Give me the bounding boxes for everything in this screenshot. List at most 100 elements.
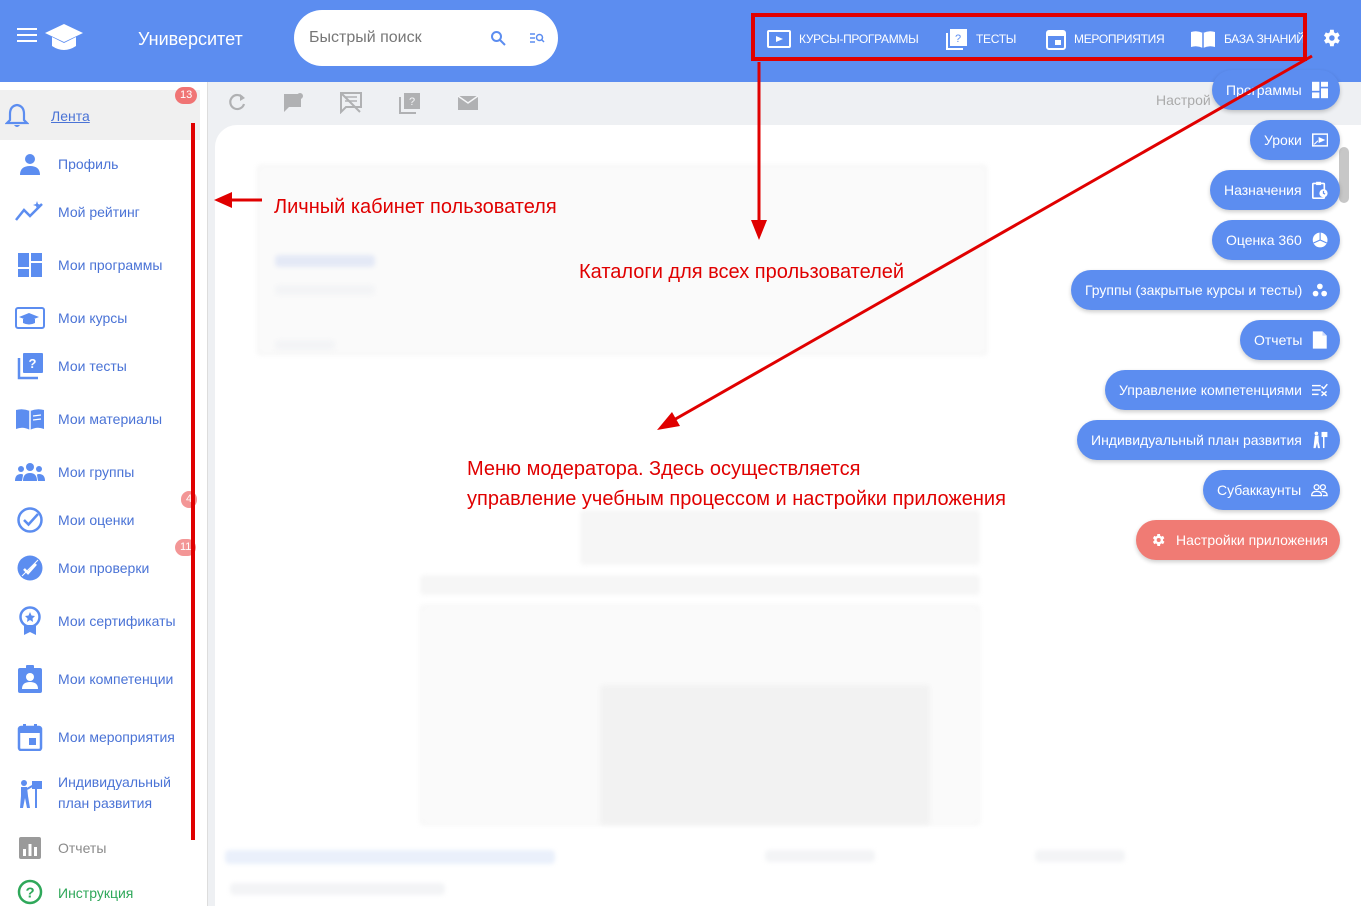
sidebar-item-label: Мои компетенции [58, 670, 174, 687]
file-icon [1313, 331, 1328, 349]
sidebar-item-label: Мои материалы [58, 410, 163, 427]
app-title[interactable]: Университет [138, 29, 243, 50]
mod-groups-button[interactable]: Группы (закрытые курсы и тесты) [1071, 270, 1340, 310]
sidebar-item-label: Лента [51, 107, 90, 124]
sidebar-item-label-line2: план развития [58, 795, 153, 811]
mod-app-settings-button[interactable]: Настройки приложения [1136, 520, 1340, 560]
mod-reports-button[interactable]: Отчеты [1240, 320, 1340, 360]
bell-icon [2, 101, 32, 131]
help-icon: ? [15, 877, 45, 906]
group-icon [15, 457, 45, 487]
advanced-search-icon[interactable] [529, 30, 545, 46]
mod-assessment-360-button[interactable]: Оценка 360 [1212, 220, 1340, 260]
sidebar-item-label: Мои сертификаты [58, 612, 176, 629]
plan-icon [15, 779, 45, 809]
review-icon [15, 553, 45, 583]
sidebar-item-label: Мои тесты [58, 357, 127, 374]
certificate-icon [15, 606, 45, 636]
annotation-catalogs: Каталоги для всех прользователей [579, 261, 905, 283]
sidebar-item-label: Мои программы [58, 256, 163, 273]
annotation-cabinet: Личный кабинет пользователя [274, 196, 557, 218]
add-post-icon[interactable] [283, 92, 305, 114]
blurred-line [230, 883, 445, 895]
svg-text:?: ? [409, 96, 415, 108]
mod-button-label: Настройки приложения [1176, 532, 1328, 548]
search-input[interactable]: Быстрый поиск [309, 29, 422, 47]
checklist-icon [1311, 383, 1328, 397]
dashboard-icon [1311, 81, 1328, 99]
annotation-moderator-line2: управление учебным процессом и настройки… [467, 488, 1006, 510]
refresh-icon[interactable] [227, 92, 247, 112]
sidebar-item-label: Профиль [58, 155, 119, 172]
mod-button-label: Группы (закрытые курсы и тесты) [1085, 282, 1303, 298]
tests-icon: ? [15, 351, 45, 381]
question-icon[interactable]: ? [399, 92, 421, 114]
notification-badge: 11 [175, 539, 197, 556]
dashboard-icon [15, 250, 45, 280]
person-icon [15, 149, 45, 179]
book-icon [15, 404, 45, 434]
mod-button-label: Управление компетенциями [1119, 382, 1302, 398]
pie-icon [1312, 232, 1328, 248]
mod-button-label: Отчеты [1254, 332, 1303, 348]
catalogs-highlight-box [751, 13, 1307, 61]
mod-button-label: Программы [1226, 82, 1302, 98]
search-icon[interactable] [490, 30, 506, 46]
mod-subaccounts-button[interactable]: Субаккаунты [1203, 470, 1340, 510]
plan-icon [1313, 431, 1328, 449]
mod-lessons-button[interactable]: Уроки [1250, 120, 1340, 160]
sidebar-item-label: Отчеты [58, 839, 107, 856]
calendar-icon [15, 722, 45, 752]
chart-icon [15, 833, 45, 863]
svg-text:?: ? [29, 356, 37, 371]
blurred-toolbar [420, 575, 980, 595]
mod-competencies-button[interactable]: Управление компетенциями [1105, 370, 1340, 410]
sidebar-item-label: Мои оценки [58, 511, 135, 528]
mod-button-label: Назначения [1224, 182, 1302, 198]
assignment-icon [1311, 181, 1328, 200]
sidebar-item-label: Мои мероприятия [58, 728, 175, 745]
sidebar-item-label: Инструкция [58, 885, 134, 901]
blurred-line [275, 285, 375, 295]
badge-icon [15, 664, 45, 694]
dots-icon [1312, 283, 1328, 297]
sidebar-item-label: Мои группы [58, 463, 135, 480]
rating-icon [15, 197, 45, 227]
filter-messages-icon[interactable] [340, 92, 362, 114]
sidebar-item-label: Мой рейтинг [58, 203, 140, 220]
users-icon [1311, 484, 1328, 497]
lesson-icon [1311, 133, 1328, 147]
check-circle-icon [15, 505, 45, 535]
courses-icon [15, 303, 45, 333]
mod-programs-button[interactable]: Программы [1212, 70, 1340, 110]
blurred-input [580, 510, 980, 565]
blurred-line [225, 850, 555, 864]
blurred-image [600, 685, 930, 825]
svg-text:?: ? [26, 885, 35, 902]
main-content-panel [215, 125, 1361, 906]
mod-assignments-button[interactable]: Назначения [1210, 170, 1340, 210]
blurred-line [275, 255, 375, 267]
gear-icon [1152, 533, 1165, 547]
annotation-moderator-line1: Меню модератора. Здесь осуществляется [467, 458, 861, 480]
settings-link[interactable]: Настрой [1156, 92, 1211, 108]
search-box[interactable]: Быстрый поиск [294, 10, 558, 66]
gear-icon[interactable] [1320, 27, 1342, 49]
notification-badge: 13 [175, 87, 198, 104]
sidebar-item-label: Мои проверки [58, 559, 150, 576]
graduation-cap-icon[interactable] [44, 22, 84, 54]
mod-button-label: Субаккаунты [1217, 482, 1302, 498]
notification-badge: 4 [181, 491, 198, 508]
mod-development-plan-button[interactable]: Индивидуальный план развития [1077, 420, 1340, 460]
blurred-line [1035, 850, 1125, 862]
mail-icon[interactable] [457, 95, 479, 111]
sidebar-item-label: Индивидуальный [58, 774, 171, 790]
mod-button-label: Уроки [1264, 132, 1302, 148]
mod-button-label: Оценка 360 [1226, 232, 1302, 248]
blurred-line [275, 340, 335, 350]
menu-icon[interactable] [17, 28, 37, 48]
sidebar-item-label: Мои курсы [58, 309, 128, 326]
blurred-line [765, 850, 875, 862]
mod-button-label: Индивидуальный план развития [1091, 432, 1302, 448]
scrollbar[interactable] [1339, 147, 1349, 203]
